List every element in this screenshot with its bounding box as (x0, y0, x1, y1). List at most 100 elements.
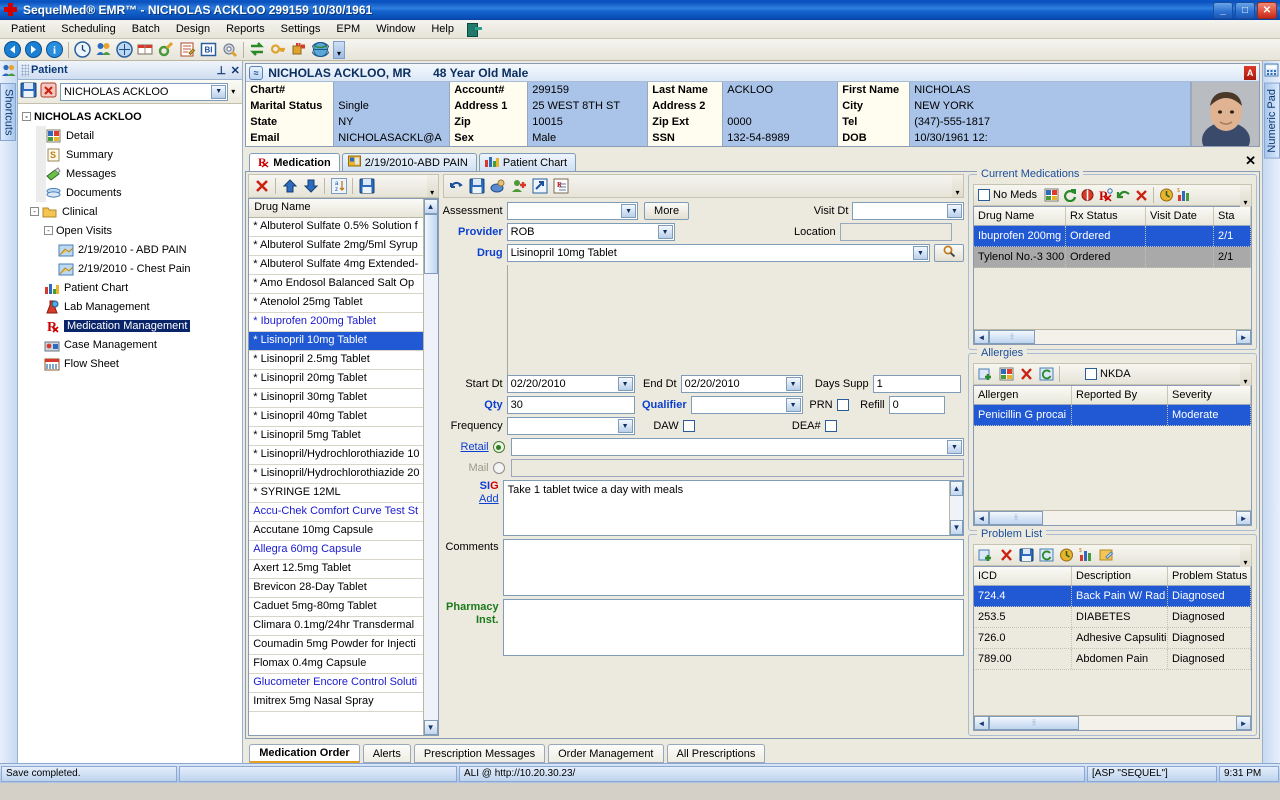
days-supp-input[interactable]: 1 (873, 375, 961, 393)
pharmacy-inst-textarea[interactable] (503, 599, 964, 656)
delete-icon[interactable] (1132, 185, 1150, 205)
dea-checkbox[interactable] (825, 420, 837, 432)
tree-node-visit-chest-pain[interactable]: 2/19/2010 - Chest Pain (22, 259, 242, 278)
link-icon[interactable] (156, 40, 177, 60)
scroll-thumb[interactable]: ⦙⦙ (989, 511, 1043, 525)
column-header-allergen[interactable]: Allergen (974, 386, 1072, 404)
demographics-values-3[interactable]: ACKLOO 0000 132-54-8989 (723, 82, 838, 146)
table-row[interactable]: 726.0 Adhesive Capsuliti Diagnosed (974, 628, 1251, 649)
frequency-input[interactable]: ▼ (507, 417, 635, 435)
close-document-button[interactable]: ✕ (1245, 153, 1256, 169)
collapse-icon[interactable]: ≈ (249, 66, 263, 80)
expander-icon[interactable]: - (22, 112, 31, 121)
problem-list-grid[interactable]: ICD Description Problem Status 724.4 Bac… (973, 566, 1252, 731)
info-icon[interactable]: i (44, 40, 65, 60)
chevron-down-icon[interactable]: ▼ (947, 440, 962, 454)
patient-combo[interactable]: NICHOLAS ACKLOO ▼ (60, 83, 228, 101)
sort-az-icon[interactable]: az (328, 176, 349, 196)
nkda-checkbox[interactable] (1085, 368, 1097, 380)
list-item[interactable]: * Lisinopril 30mg Tablet (249, 389, 422, 408)
scroll-left-button[interactable]: ◄ (974, 716, 989, 730)
combo-overflow-icon[interactable]: ▾ (231, 87, 240, 96)
scroll-track[interactable] (1079, 716, 1236, 730)
column-header-reported-by[interactable]: Reported By (1072, 386, 1168, 404)
scroll-right-button[interactable]: ► (1236, 511, 1251, 525)
sig-textarea[interactable]: Take 1 tablet twice a day with meals ▲ ▼ (503, 480, 964, 536)
list-item[interactable]: Coumadin 5mg Powder for Injecti (249, 636, 422, 655)
start-dt-input[interactable]: 02/20/2010 ▼ (507, 375, 635, 393)
refresh-icon[interactable] (1036, 364, 1056, 384)
chevron-down-icon[interactable]: ▼ (786, 377, 801, 391)
scroll-track[interactable] (424, 214, 438, 720)
list-item[interactable]: Climara 0.1mg/24hr Transdermal (249, 617, 422, 636)
scroll-track[interactable] (1035, 330, 1236, 344)
rx-report-icon[interactable]: R (551, 176, 572, 196)
list-item[interactable]: Accutane 10mg Capsule (249, 522, 422, 541)
list-item[interactable]: Accu-Chek Comfort Curve Test St (249, 503, 422, 522)
alert-flag-icon[interactable] (1244, 66, 1256, 80)
sig-scrollbar[interactable]: ▲ ▼ (949, 481, 963, 535)
tree-node-messages[interactable]: Messages (22, 164, 242, 183)
toolbar-overflow-button[interactable]: ▾ (1240, 185, 1251, 207)
expander-icon[interactable]: - (30, 207, 39, 216)
column-header-icd[interactable]: ICD (974, 567, 1072, 585)
save-icon[interactable] (356, 176, 377, 196)
history-icon[interactable] (1157, 185, 1175, 205)
globe-icon[interactable] (310, 40, 331, 60)
move-down-icon[interactable] (300, 176, 321, 196)
menu-item-settings[interactable]: Settings (274, 21, 328, 37)
add-icon[interactable] (976, 364, 996, 384)
chevron-down-icon[interactable]: ▼ (786, 398, 801, 412)
menu-item-scheduling[interactable]: Scheduling (54, 21, 122, 37)
settings-gear-icon[interactable] (219, 40, 240, 60)
list-item[interactable]: * Ibuprofen 200mg Tablet (249, 313, 422, 332)
list-item[interactable]: * Lisinopril 2.5mg Tablet (249, 351, 422, 370)
menu-item-epm[interactable]: EPM (329, 21, 367, 37)
list-item[interactable]: * SYRINGE 12ML (249, 484, 422, 503)
scroll-left-button[interactable]: ◄ (974, 330, 989, 344)
column-header-rx-status[interactable]: Rx Status (1066, 207, 1146, 225)
column-header-problem-status[interactable]: Problem Status (1168, 567, 1251, 585)
tree-node-lab-management[interactable]: Lab Management (22, 297, 242, 316)
menu-item-design[interactable]: Design (169, 21, 217, 37)
grid-color-icon[interactable] (996, 364, 1016, 384)
daw-checkbox[interactable] (683, 420, 695, 432)
toolbar-overflow-button[interactable]: ▾ (427, 175, 438, 197)
pin-icon[interactable]: ⊥ (214, 63, 228, 77)
retail-radio[interactable] (493, 441, 505, 453)
no-meds-checkbox[interactable] (978, 189, 990, 201)
table-row[interactable]: 724.4 Back Pain W/ Rad Diagnosed (974, 586, 1251, 607)
add-person-icon[interactable] (509, 176, 530, 196)
scroll-thumb[interactable] (424, 214, 438, 274)
clock-icon[interactable] (72, 40, 93, 60)
qty-input[interactable]: 30 (507, 396, 635, 414)
menu-item-batch[interactable]: Batch (125, 21, 167, 37)
table-row[interactable]: Penicillin G procai Moderate (974, 405, 1251, 426)
history-icon[interactable] (1056, 545, 1076, 565)
tab-prescription-messages[interactable]: Prescription Messages (414, 744, 545, 763)
drug-search-button[interactable] (934, 244, 964, 262)
numeric-pad-dock[interactable]: Numeric Pad (1262, 61, 1280, 763)
drug-list-scrollbar[interactable]: ▲ ▼ (423, 199, 438, 735)
demographics-values-4[interactable]: NICHOLAS NEW YORK (347)-555-1817 10/30/1… (910, 82, 1191, 146)
list-item[interactable]: Caduet 5mg-80mg Tablet (249, 598, 422, 617)
toolbar-overflow-button[interactable]: ▾ (1240, 364, 1251, 386)
toolbar-overflow-button[interactable]: ▾ (333, 41, 345, 59)
tab-visit-abd-pain[interactable]: 2/19/2010-ABD PAIN (342, 153, 477, 171)
add-icon[interactable] (976, 545, 996, 565)
scroll-up-button[interactable]: ▲ (950, 481, 963, 496)
scroll-right-button[interactable]: ► (1236, 716, 1251, 730)
tree-node-root[interactable]: - NICHOLAS ACKLOO (22, 107, 242, 126)
current-medications-hscroll[interactable]: ◄ ⦙⦙ ► (974, 329, 1251, 344)
key-icon[interactable] (268, 40, 289, 60)
allergies-grid[interactable]: Allergen Reported By Severity Penicillin… (973, 385, 1252, 526)
note-edit-icon[interactable] (177, 40, 198, 60)
pill-icon[interactable] (1078, 185, 1096, 205)
scroll-down-button[interactable]: ▼ (424, 720, 438, 735)
menu-item-help[interactable]: Help (424, 21, 461, 37)
chevron-down-icon[interactable]: ▼ (621, 204, 636, 218)
list-item[interactable]: * Albuterol Sulfate 2mg/5ml Syrup (249, 237, 422, 256)
chevron-down-icon[interactable]: ▼ (947, 204, 962, 218)
retail-label[interactable]: Retail (443, 441, 493, 453)
end-dt-input[interactable]: 02/20/2010 ▼ (681, 375, 803, 393)
